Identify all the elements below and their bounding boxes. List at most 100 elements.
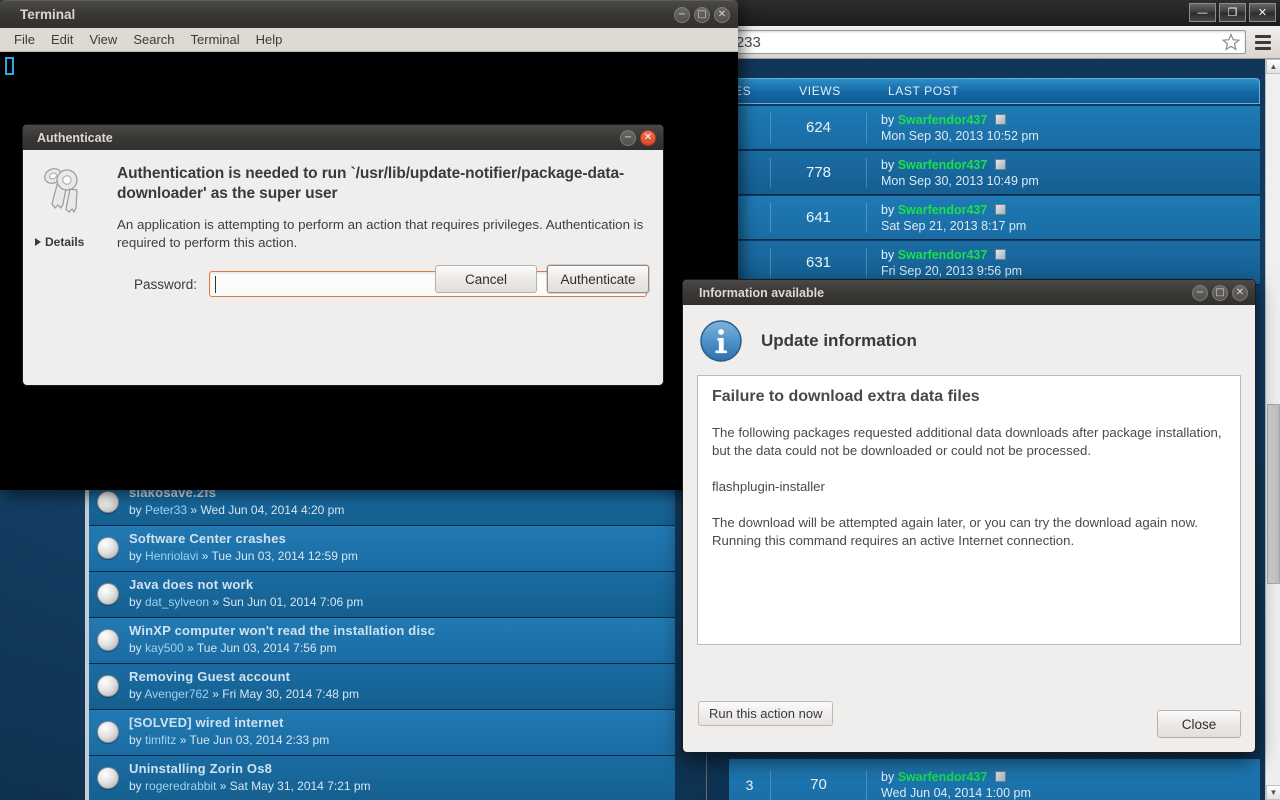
- hamburger-menu-icon[interactable]: [1250, 29, 1276, 55]
- update-minimize-button[interactable]: −: [1192, 285, 1208, 301]
- update-dialog-title: Information available: [683, 286, 824, 300]
- topic-title[interactable]: Java does not work: [129, 576, 675, 594]
- authenticate-headline: Authentication is needed to run `/usr/li…: [117, 164, 647, 204]
- topic-meta: by rogeredrabbit » Sat May 31, 2014 7:21…: [129, 778, 675, 794]
- scrollbar-thumb[interactable]: [1267, 404, 1280, 584]
- by-label: by: [881, 158, 894, 172]
- star-icon[interactable]: [1221, 32, 1241, 52]
- post-author[interactable]: Swarfendor437: [898, 113, 988, 127]
- topic-meta: by Henriolavi » Tue Jun 03, 2014 12:59 p…: [129, 548, 675, 564]
- topic-title[interactable]: Removing Guest account: [129, 668, 675, 686]
- topic-date: Tue Jun 03, 2014 12:59 pm: [212, 549, 358, 563]
- close-button[interactable]: Close: [1157, 710, 1241, 738]
- authenticate-titlebar[interactable]: Authenticate − ✕: [23, 125, 663, 150]
- topic-title[interactable]: [SOLVED] wired internet: [129, 714, 675, 732]
- menu-item-terminal[interactable]: Terminal: [183, 30, 248, 49]
- topic-author[interactable]: timfitz: [145, 733, 176, 747]
- topic-title[interactable]: WinXP computer won't read the installati…: [129, 622, 675, 640]
- update-close-button[interactable]: ✕: [1232, 285, 1248, 301]
- separator: »: [187, 641, 194, 655]
- topic-title[interactable]: Uninstalling Zorin Os8: [129, 760, 675, 778]
- details-disclosure[interactable]: Details: [35, 235, 84, 249]
- list-item[interactable]: WinXP computer won't read the installati…: [89, 618, 675, 664]
- table-row[interactable]: 624 by Swarfendor437 Mon Sep 30, 2013 10…: [729, 106, 1260, 150]
- run-this-action-now-button[interactable]: Run this action now: [698, 701, 833, 726]
- browser-url-bar[interactable]: c5233: [711, 30, 1246, 54]
- post-author[interactable]: Swarfendor437: [898, 770, 988, 784]
- topic-author[interactable]: kay500: [145, 641, 184, 655]
- goto-post-icon[interactable]: [995, 159, 1006, 170]
- forum-topic-list: slakosave.2fs by Peter33 » Wed Jun 04, 2…: [85, 480, 675, 800]
- list-item[interactable]: Software Center crashes by Henriolavi » …: [89, 526, 675, 572]
- terminal-close-button[interactable]: ✕: [714, 7, 730, 23]
- row-last-post: by Swarfendor437 Mon Sep 30, 2013 10:52 …: [867, 112, 1260, 144]
- update-message-panel: Failure to download extra data files The…: [697, 375, 1241, 645]
- browser-titlebar[interactable]: — ❐ ✕: [707, 0, 1280, 26]
- post-date: Fri Sep 20, 2013 9:56 pm: [881, 263, 1260, 279]
- topic-author[interactable]: Henriolavi: [145, 549, 198, 563]
- table-row[interactable]: 641 by Swarfendor437 Sat Sep 21, 2013 8:…: [729, 196, 1260, 240]
- column-header-last-post: LAST POST: [868, 84, 1259, 98]
- browser-restore-button[interactable]: ❐: [1219, 3, 1246, 22]
- by-label: by: [881, 113, 894, 127]
- row-views: 631: [771, 248, 867, 278]
- post-author[interactable]: Swarfendor437: [898, 203, 988, 217]
- browser-scrollbar[interactable]: ▲ ▼: [1265, 59, 1280, 800]
- topic-date: Wed Jun 04, 2014 4:20 pm: [200, 503, 344, 517]
- terminal-maximize-button[interactable]: □: [694, 7, 710, 23]
- chevron-right-icon: [35, 238, 41, 246]
- list-item[interactable]: Java does not work by dat_sylveon » Sun …: [89, 572, 675, 618]
- topic-author[interactable]: dat_sylveon: [145, 595, 209, 609]
- topic-author[interactable]: rogeredrabbit: [145, 779, 216, 793]
- url-text[interactable]: c5233: [720, 34, 1221, 51]
- topic-status-icon: [97, 491, 119, 513]
- info-icon: [699, 319, 743, 363]
- topic-author[interactable]: Peter33: [145, 503, 187, 517]
- scroll-up-arrow-icon[interactable]: ▲: [1266, 59, 1280, 74]
- table-row[interactable]: 3 70 by Swarfendor437 Wed Jun 04, 2014 1…: [729, 759, 1260, 800]
- row-views: 70: [771, 770, 867, 800]
- goto-post-icon[interactable]: [995, 204, 1006, 215]
- by-label: by: [129, 687, 142, 701]
- by-label: by: [881, 248, 894, 262]
- scroll-down-arrow-icon[interactable]: ▼: [1266, 785, 1280, 800]
- topic-title[interactable]: Software Center crashes: [129, 530, 675, 548]
- authenticate-description: An application is attempting to perform …: [117, 216, 647, 252]
- terminal-minimize-button[interactable]: −: [674, 7, 690, 23]
- goto-post-icon[interactable]: [995, 771, 1006, 782]
- authenticate-button[interactable]: Authenticate: [547, 265, 649, 293]
- browser-close-button[interactable]: ✕: [1249, 3, 1276, 22]
- post-date: Wed Jun 04, 2014 1:00 pm: [881, 785, 1260, 800]
- by-label: by: [129, 779, 142, 793]
- post-author[interactable]: Swarfendor437: [898, 248, 988, 262]
- menu-item-view[interactable]: View: [81, 30, 125, 49]
- list-item[interactable]: [SOLVED] wired internet by timfitz » Tue…: [89, 710, 675, 756]
- update-maximize-button[interactable]: □: [1212, 285, 1228, 301]
- update-information-dialog: Information available − □ ✕: [682, 279, 1256, 753]
- panel-paragraph-1: The following packages requested additio…: [712, 424, 1226, 460]
- menu-item-edit[interactable]: Edit: [43, 30, 81, 49]
- update-dialog-titlebar[interactable]: Information available − □ ✕: [683, 280, 1255, 305]
- authenticate-close-button[interactable]: ✕: [640, 130, 656, 146]
- authenticate-dialog-buttons: Cancel Authenticate: [435, 265, 649, 293]
- update-dialog-header: Update information: [683, 305, 1255, 373]
- by-label: by: [129, 733, 142, 747]
- list-item[interactable]: Uninstalling Zorin Os8 by rogeredrabbit …: [89, 756, 675, 800]
- menu-item-file[interactable]: File: [6, 30, 43, 49]
- goto-post-icon[interactable]: [995, 249, 1006, 260]
- cancel-button[interactable]: Cancel: [435, 265, 537, 293]
- topic-author[interactable]: Avenger762: [144, 687, 209, 701]
- menu-item-help[interactable]: Help: [248, 30, 291, 49]
- topic-meta: by Avenger762 » Fri May 30, 2014 7:48 pm: [129, 686, 675, 702]
- list-item[interactable]: Removing Guest account by Avenger762 » F…: [89, 664, 675, 710]
- topic-meta: by kay500 » Tue Jun 03, 2014 7:56 pm: [129, 640, 675, 656]
- terminal-titlebar[interactable]: Terminal − □ ✕: [0, 0, 738, 28]
- post-date: Mon Sep 30, 2013 10:52 pm: [881, 128, 1260, 144]
- table-row[interactable]: 778 by Swarfendor437 Mon Sep 30, 2013 10…: [729, 151, 1260, 195]
- menu-item-search[interactable]: Search: [125, 30, 182, 49]
- goto-post-icon[interactable]: [995, 114, 1006, 125]
- post-author[interactable]: Swarfendor437: [898, 158, 988, 172]
- browser-minimize-button[interactable]: —: [1189, 3, 1216, 22]
- authenticate-minimize-button[interactable]: −: [620, 130, 636, 146]
- row-views: 624: [771, 113, 867, 143]
